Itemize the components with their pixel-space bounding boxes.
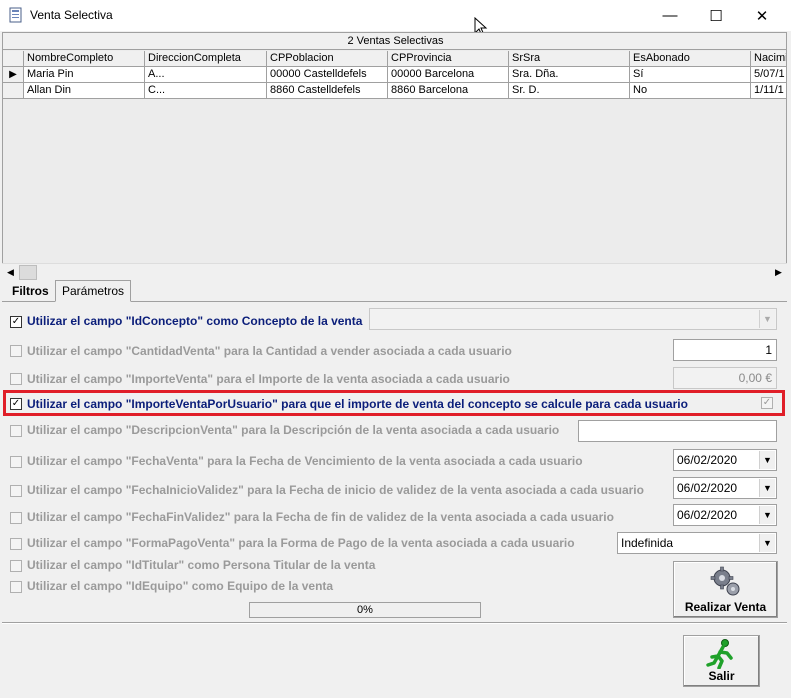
realizar-venta-label: Realizar Venta xyxy=(684,600,767,614)
grid-caption: 2 Ventas Selectivas xyxy=(3,33,786,50)
column-header[interactable]: SrSra xyxy=(509,51,630,67)
scroll-right-icon[interactable]: ▶ xyxy=(770,264,787,281)
titular-label: Utilizar el campo "IdTitular" como Perso… xyxy=(27,558,376,572)
table-cell: Sí xyxy=(630,67,751,83)
table-cell: 8860 Castelldefels xyxy=(267,83,388,99)
row-indicator-cell xyxy=(3,83,24,99)
chevron-down-icon[interactable]: ▼ xyxy=(759,534,775,552)
idconcepto-checkbox[interactable]: ✓ xyxy=(10,316,22,328)
fecha-venta-checkbox[interactable] xyxy=(10,456,22,468)
importe-field[interactable]: 0,00 € xyxy=(673,367,777,389)
grid-header-row: NombreCompleto DireccionCompleta CPPobla… xyxy=(3,51,786,67)
gears-icon xyxy=(710,566,740,596)
column-header[interactable]: CPProvincia xyxy=(388,51,509,67)
close-icon: ✕ xyxy=(755,7,769,25)
descripcion-checkbox[interactable] xyxy=(10,425,22,437)
row-indicator-icon: ▶ xyxy=(3,67,24,83)
cantidad-label: Utilizar el campo "CantidadVenta" para l… xyxy=(27,344,512,358)
table-cell: 8860 Barcelona xyxy=(388,83,509,99)
fecha-venta-picker[interactable]: 06/02/2020 ▼ xyxy=(673,449,777,471)
descripcion-label: Utilizar el campo "DescripcionVenta" par… xyxy=(27,423,560,437)
column-header[interactable]: NombreCompleto xyxy=(24,51,145,67)
importe-checkbox[interactable] xyxy=(10,373,22,385)
chevron-down-icon[interactable]: ▼ xyxy=(759,310,775,328)
concepto-select[interactable]: ▼ xyxy=(369,308,777,330)
scroll-left-icon[interactable]: ◀ xyxy=(2,264,19,281)
table-cell: Maria Pin xyxy=(24,67,145,83)
maximize-button[interactable]: ☐ xyxy=(693,0,739,31)
table-cell: 00000 Castelldefels xyxy=(267,67,388,83)
forma-pago-value: Indefinida xyxy=(621,536,674,550)
fecha-fin-picker[interactable]: 06/02/2020 ▼ xyxy=(673,504,777,526)
fecha-inicio-value: 06/02/2020 xyxy=(677,481,738,495)
salir-label: Salir xyxy=(708,669,735,683)
tab-parametros[interactable]: Parámetros xyxy=(55,280,132,302)
window-title: Venta Selectiva xyxy=(30,8,113,22)
progress-bar: 0% xyxy=(249,602,481,618)
column-header[interactable]: EsAbonado xyxy=(630,51,751,67)
table-cell: A... xyxy=(145,67,267,83)
app-window-icon xyxy=(9,7,22,23)
importe-usuario-right-checkbox[interactable]: ✓ xyxy=(761,397,773,409)
table-row[interactable]: ▶ Maria Pin A... 00000 Castelldefels 000… xyxy=(3,67,786,83)
table-cell: 1/11/1 xyxy=(751,83,786,99)
equipo-label: Utilizar el campo "IdEquipo" como Equipo… xyxy=(27,579,334,593)
cantidad-checkbox[interactable] xyxy=(10,345,22,357)
tab-filtros[interactable]: Filtros xyxy=(6,282,55,302)
column-header[interactable]: CPPoblacion xyxy=(267,51,388,67)
footer-separator xyxy=(2,622,787,624)
scroll-thumb[interactable] xyxy=(19,265,37,280)
chevron-down-icon[interactable]: ▼ xyxy=(759,451,775,469)
minimize-button[interactable]: — xyxy=(647,0,693,31)
fecha-fin-label: Utilizar el campo "FechaFinValidez" para… xyxy=(27,510,614,524)
importe-usuario-label: Utilizar el campo "ImporteVentaPorUsuari… xyxy=(27,397,688,411)
column-header[interactable]: Nacimi xyxy=(751,51,786,67)
table-row[interactable]: Allan Din C... 8860 Castelldefels 8860 B… xyxy=(3,83,786,99)
idconcepto-label: Utilizar el campo "IdConcepto" como Conc… xyxy=(27,314,363,328)
chevron-down-icon[interactable]: ▼ xyxy=(759,479,775,497)
maximize-icon: ☐ xyxy=(709,7,723,25)
close-button[interactable]: ✕ xyxy=(739,0,785,31)
table-cell: No xyxy=(630,83,751,99)
table-cell: Sra. Dña. xyxy=(509,67,630,83)
realizar-venta-button[interactable]: Realizar Venta xyxy=(673,561,778,618)
fecha-venta-label: Utilizar el campo "FechaVenta" para la F… xyxy=(27,454,583,468)
header-indicator-cell xyxy=(3,51,24,67)
forma-pago-label: Utilizar el campo "FormaPagoVenta" para … xyxy=(27,536,575,550)
fecha-venta-value: 06/02/2020 xyxy=(677,453,738,467)
importe-label: Utilizar el campo "ImporteVenta" para el… xyxy=(27,372,510,386)
importe-usuario-checkbox[interactable]: ✓ xyxy=(10,398,22,410)
grid-horizontal-scrollbar[interactable]: ◀ ▶ xyxy=(2,263,787,280)
salir-button[interactable]: Salir xyxy=(683,635,760,687)
table-cell: 00000 Barcelona xyxy=(388,67,509,83)
equipo-checkbox[interactable] xyxy=(10,581,22,593)
fecha-inicio-picker[interactable]: 06/02/2020 ▼ xyxy=(673,477,777,499)
table-cell: 5/07/1 xyxy=(751,67,786,83)
ventas-grid[interactable]: 2 Ventas Selectivas NombreCompleto Direc… xyxy=(2,32,787,280)
forma-pago-checkbox[interactable] xyxy=(10,538,22,550)
cantidad-field[interactable]: 1 xyxy=(673,339,777,361)
column-header[interactable]: DireccionCompleta xyxy=(145,51,267,67)
chevron-down-icon[interactable]: ▼ xyxy=(759,506,775,524)
titular-checkbox[interactable] xyxy=(10,560,22,572)
forma-pago-select[interactable]: Indefinida ▼ xyxy=(617,532,777,554)
table-cell: C... xyxy=(145,83,267,99)
running-man-icon xyxy=(706,639,733,669)
fecha-inicio-label: Utilizar el campo "FechaInicioValidez" p… xyxy=(27,483,644,497)
fecha-inicio-checkbox[interactable] xyxy=(10,485,22,497)
table-cell: Sr. D. xyxy=(509,83,630,99)
descripcion-field[interactable] xyxy=(578,420,777,442)
table-cell: Allan Din xyxy=(24,83,145,99)
fecha-fin-value: 06/02/2020 xyxy=(677,508,738,522)
fecha-fin-checkbox[interactable] xyxy=(10,512,22,524)
minimize-icon: — xyxy=(662,7,678,24)
